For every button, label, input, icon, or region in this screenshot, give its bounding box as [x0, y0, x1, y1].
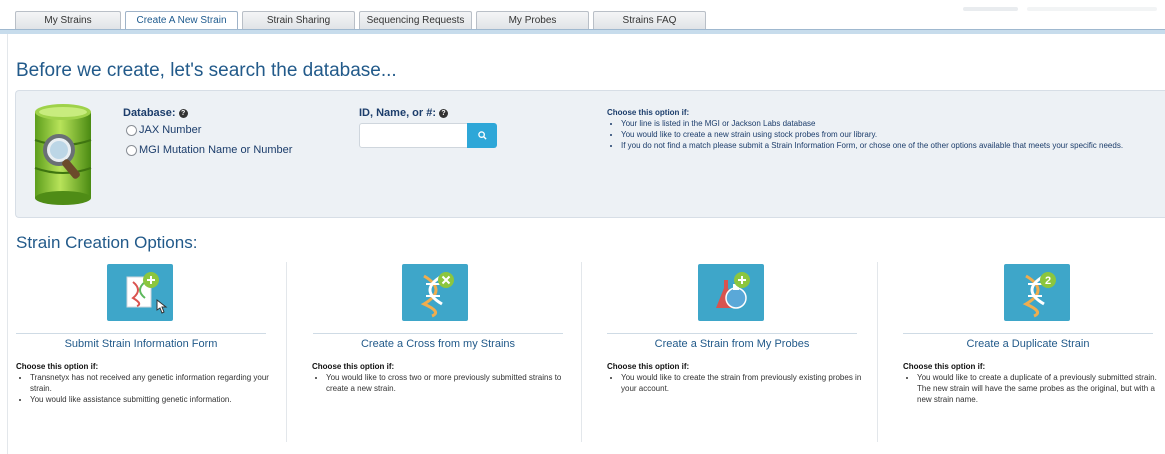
- strain-duplicate-icon: 2: [1022, 272, 1056, 318]
- main-tabs: My Strains Create A New Strain Strain Sh…: [15, 11, 710, 31]
- radio-circle[interactable]: [126, 145, 137, 156]
- list-item: You would like assistance submitting gen…: [30, 394, 285, 405]
- list-item: If you do not find a match please submit…: [621, 140, 1161, 151]
- option-choose-title: Choose this option if:: [16, 362, 99, 371]
- list-item: You would like to create the strain from…: [621, 372, 876, 394]
- id-label: ID, Name, or #:?: [359, 107, 449, 119]
- search-input[interactable]: [359, 123, 468, 148]
- tab-my-probes[interactable]: My Probes: [476, 11, 589, 30]
- radio-circle[interactable]: [126, 125, 137, 136]
- header-placeholder: [963, 7, 1018, 11]
- strain-form-add-icon: [126, 272, 168, 314]
- option-choose-title: Choose this option if:: [312, 362, 395, 371]
- left-divider: [7, 34, 8, 454]
- create-from-probes-button[interactable]: [698, 264, 764, 321]
- options-heading: Strain Creation Options:: [16, 233, 198, 252]
- option-choose-title: Choose this option if:: [903, 362, 986, 371]
- option-choose-title: Choose this option if:: [607, 362, 690, 371]
- search-icon: [477, 131, 487, 140]
- option-bullets: You would like to cross two or more prev…: [312, 372, 581, 394]
- list-item: You would like to create a duplicate of …: [917, 372, 1165, 405]
- help-icon[interactable]: ?: [439, 108, 449, 118]
- radio-mgi-mutation[interactable]: MGI Mutation Name or Number: [126, 143, 292, 156]
- option-title[interactable]: Submit Strain Information Form: [16, 333, 266, 354]
- list-item: Transnetyx has not received any genetic …: [30, 372, 285, 394]
- radio-jax-number[interactable]: JAX Number: [126, 123, 201, 136]
- column-divider: [877, 262, 878, 442]
- tab-sequencing-requests[interactable]: Sequencing Requests: [359, 11, 472, 30]
- svg-text:2: 2: [1045, 275, 1051, 287]
- option-title[interactable]: Create a Duplicate Strain: [903, 333, 1153, 354]
- tab-strains-faq[interactable]: Strains FAQ: [593, 11, 706, 30]
- option-bullets: You would like to create a duplicate of …: [903, 372, 1165, 405]
- list-item: Your line is listed in the MGI or Jackso…: [621, 118, 1161, 129]
- tab-my-strains[interactable]: My Strains: [15, 11, 121, 30]
- search-bullets: Your line is listed in the MGI or Jackso…: [607, 118, 1161, 151]
- list-item: You would like to cross two or more prev…: [326, 372, 581, 394]
- create-duplicate-button[interactable]: 2: [1004, 264, 1070, 321]
- list-item: You would like to create a new strain us…: [621, 129, 1161, 140]
- search-choose-title: Choose this option if:: [607, 108, 690, 117]
- database-label: Database:?: [123, 107, 188, 119]
- submit-strain-form-button[interactable]: [107, 264, 173, 321]
- option-title[interactable]: Create a Strain from My Probes: [607, 333, 857, 354]
- help-icon[interactable]: ?: [178, 108, 188, 118]
- tab-strain-sharing[interactable]: Strain Sharing: [242, 11, 355, 30]
- create-cross-button[interactable]: [402, 264, 468, 321]
- database-search-icon: [34, 104, 92, 205]
- tab-bar-line: [0, 29, 1165, 34]
- tab-create-new-strain[interactable]: Create A New Strain: [125, 11, 238, 31]
- header-placeholder: [1027, 7, 1157, 11]
- strain-cross-icon: [420, 272, 454, 318]
- column-divider: [286, 262, 287, 442]
- column-divider: [581, 262, 582, 442]
- option-bullets: You would like to create the strain from…: [607, 372, 876, 394]
- option-bullets: Transnetyx has not received any genetic …: [16, 372, 285, 405]
- search-heading: Before we create, let's search the datab…: [16, 60, 397, 81]
- search-button[interactable]: [467, 123, 497, 148]
- option-title[interactable]: Create a Cross from my Strains: [313, 333, 563, 354]
- probe-flask-add-icon: [716, 272, 750, 309]
